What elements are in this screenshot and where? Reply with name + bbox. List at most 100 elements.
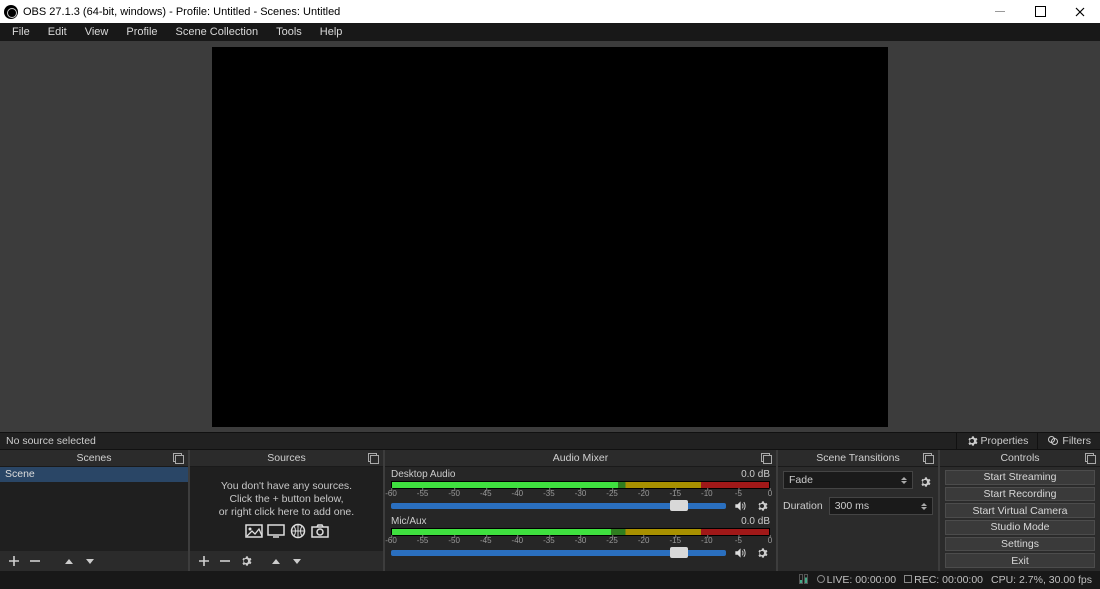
channel-db: 0.0 dB (741, 469, 770, 480)
docks-row: Scenes Scene Sources You don't have any … (0, 450, 1100, 571)
transition-select[interactable]: Fade (783, 471, 913, 489)
dock-controls: Controls Start Streaming Start Recording… (940, 450, 1100, 571)
channel-settings-button[interactable] (754, 498, 770, 514)
scale-tick: -30 (575, 536, 587, 545)
scene-remove-button[interactable] (26, 552, 44, 570)
chevron-down-icon (293, 559, 301, 564)
camera-source-icon (311, 523, 329, 539)
scene-add-button[interactable] (5, 552, 23, 570)
start-streaming-button[interactable]: Start Streaming (945, 470, 1095, 485)
chevron-up-icon (65, 559, 73, 564)
scale-tick: -5 (735, 536, 742, 545)
gear-icon (919, 476, 931, 488)
channel-name: Mic/Aux (391, 516, 741, 527)
empty-sources-l1: You don't have any sources. (190, 480, 383, 493)
source-add-button[interactable] (195, 552, 213, 570)
settings-button[interactable]: Settings (945, 537, 1095, 552)
scene-down-button[interactable] (81, 552, 99, 570)
studio-mode-button[interactable]: Studio Mode (945, 520, 1095, 535)
menu-help[interactable]: Help (312, 25, 351, 39)
filters-button[interactable]: Filters (1037, 433, 1100, 449)
meter-scale: -60-55-50-45-40-35-30-25-20-15-10-50 (391, 536, 770, 544)
dock-scenes: Scenes Scene (0, 450, 190, 571)
popout-scenes-button[interactable] (172, 452, 184, 464)
menu-scene-collection[interactable]: Scene Collection (168, 25, 267, 39)
start-recording-button[interactable]: Start Recording (945, 487, 1095, 502)
transition-settings-button[interactable] (917, 474, 933, 490)
slider-thumb[interactable] (670, 500, 688, 511)
speaker-icon (733, 546, 747, 560)
volume-slider[interactable] (391, 550, 726, 556)
properties-button[interactable]: Properties (956, 433, 1038, 449)
mixer-channel-mic: Mic/Aux0.0 dB -60-55-50-45-40-35-30-25-2… (385, 514, 776, 561)
menu-view[interactable]: View (77, 25, 117, 39)
source-remove-button[interactable] (216, 552, 234, 570)
empty-sources-l2: Click the + button below, (190, 493, 383, 506)
scale-tick: -45 (480, 536, 492, 545)
dock-sources: Sources You don't have any sources. Clic… (190, 450, 385, 571)
obs-logo-icon (4, 5, 18, 19)
scale-tick: -10 (701, 536, 713, 545)
start-virtual-camera-button[interactable]: Start Virtual Camera (945, 503, 1095, 518)
popout-controls-button[interactable] (1084, 452, 1096, 464)
volume-slider[interactable] (391, 503, 726, 509)
speaker-icon (733, 499, 747, 513)
preview-canvas[interactable] (212, 47, 888, 427)
status-live: LIVE: 00:00:00 (827, 574, 896, 586)
slider-thumb[interactable] (670, 547, 688, 558)
menu-edit[interactable]: Edit (40, 25, 75, 39)
scale-tick: -55 (417, 489, 429, 498)
source-settings-button[interactable] (237, 552, 255, 570)
spinner-icon (921, 503, 927, 510)
controls-title: Controls (940, 452, 1100, 464)
scale-tick: -50 (448, 536, 460, 545)
duration-input[interactable]: 300 ms (829, 497, 933, 515)
maximize-button[interactable] (1020, 0, 1060, 23)
minus-icon (29, 555, 41, 567)
menubar: File Edit View Profile Scene Collection … (0, 23, 1100, 41)
scale-tick: -60 (385, 536, 397, 545)
channel-settings-button[interactable] (754, 545, 770, 561)
window-title: OBS 27.1.3 (64-bit, windows) - Profile: … (23, 6, 340, 18)
empty-sources-l3: or right click here to add one. (190, 506, 383, 519)
chevron-down-icon (86, 559, 94, 564)
scale-tick: -55 (417, 536, 429, 545)
scale-tick: -35 (543, 489, 555, 498)
scale-tick: -10 (701, 489, 713, 498)
menu-profile[interactable]: Profile (118, 25, 165, 39)
close-button[interactable] (1060, 0, 1100, 23)
sources-list[interactable]: You don't have any sources. Click the + … (190, 467, 383, 551)
exit-button[interactable]: Exit (945, 553, 1095, 568)
minus-icon (219, 555, 231, 567)
no-source-label: No source selected (0, 435, 102, 447)
properties-label: Properties (981, 435, 1029, 447)
minimize-button[interactable] (980, 0, 1020, 23)
scene-up-button[interactable] (60, 552, 78, 570)
mixer-title: Audio Mixer (385, 452, 776, 464)
scale-tick: -5 (735, 489, 742, 498)
popout-transitions-button[interactable] (922, 452, 934, 464)
mute-button[interactable] (732, 498, 748, 514)
scene-item[interactable]: Scene (0, 467, 188, 482)
mute-button[interactable] (732, 545, 748, 561)
source-down-button[interactable] (288, 552, 306, 570)
scenes-list[interactable]: Scene (0, 467, 188, 551)
channel-name: Desktop Audio (391, 469, 741, 480)
status-cpu: CPU: 2.7%, 30.00 fps (991, 574, 1092, 586)
menu-file[interactable]: File (4, 25, 38, 39)
scale-tick: 0 (768, 489, 772, 498)
scale-tick: -60 (385, 489, 397, 498)
popout-sources-button[interactable] (367, 452, 379, 464)
menu-tools[interactable]: Tools (268, 25, 310, 39)
transition-selected: Fade (789, 474, 901, 486)
gear-icon (756, 500, 768, 512)
plus-icon (8, 555, 20, 567)
scenes-title: Scenes (0, 452, 188, 464)
statusbar: LIVE: 00:00:00 REC: 00:00:00 CPU: 2.7%, … (0, 571, 1100, 589)
gear-icon (966, 435, 978, 447)
scale-tick: -35 (543, 536, 555, 545)
empty-sources-message: You don't have any sources. Click the + … (190, 480, 383, 539)
source-up-button[interactable] (267, 552, 285, 570)
scale-tick: -25 (606, 536, 618, 545)
popout-mixer-button[interactable] (760, 452, 772, 464)
